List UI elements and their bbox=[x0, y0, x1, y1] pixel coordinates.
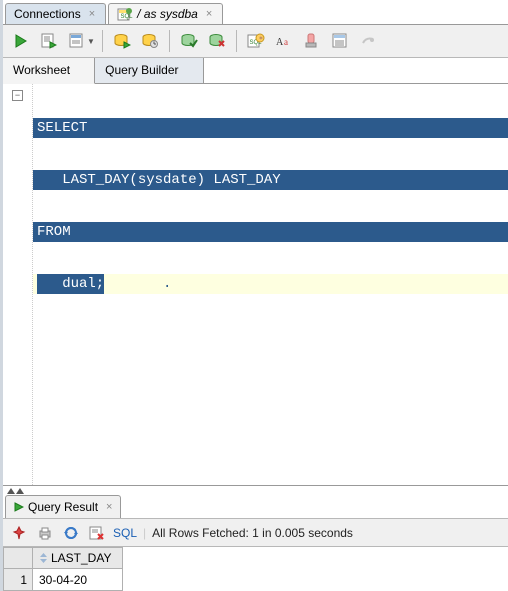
grid-header: LAST_DAY bbox=[3, 547, 508, 569]
table-row[interactable]: 1 30-04-20 bbox=[3, 569, 508, 591]
tab-query-result[interactable]: Query Result × bbox=[5, 495, 121, 518]
run-icon bbox=[14, 502, 24, 512]
editor-gutter: − bbox=[3, 84, 33, 485]
fold-icon[interactable]: − bbox=[12, 90, 23, 101]
main-toolbar: ▼ SQL✶ Aa bbox=[3, 24, 508, 58]
result-tabs: Query Result × bbox=[3, 495, 508, 519]
tab-active-label: / as sysdba bbox=[137, 7, 198, 21]
clear-button[interactable] bbox=[300, 29, 324, 53]
sort-icon bbox=[39, 552, 48, 564]
disabled-button bbox=[356, 29, 380, 53]
grid-corner[interactable] bbox=[3, 547, 33, 569]
tab-query-result-label: Query Result bbox=[28, 500, 98, 514]
grid-cell[interactable]: 30-04-20 bbox=[33, 569, 123, 591]
print-button[interactable] bbox=[35, 523, 55, 543]
run-button[interactable] bbox=[9, 29, 33, 53]
result-grid: LAST_DAY 1 30-04-20 bbox=[3, 547, 508, 591]
delete-button[interactable] bbox=[87, 523, 107, 543]
tab-query-builder[interactable]: Query Builder bbox=[95, 58, 203, 83]
unshared-worksheet-button[interactable]: SQL✶ bbox=[244, 29, 268, 53]
sql-history-button[interactable] bbox=[328, 29, 352, 53]
splitter-handle-icon bbox=[7, 488, 24, 494]
close-icon[interactable]: × bbox=[206, 8, 212, 20]
code-line: FROM bbox=[33, 222, 508, 242]
sql-link[interactable]: SQL bbox=[113, 526, 137, 540]
close-icon[interactable]: × bbox=[106, 501, 112, 513]
to-upper-button[interactable]: Aa bbox=[272, 29, 296, 53]
tab-connections[interactable]: Connections × bbox=[5, 3, 106, 24]
row-number: 1 bbox=[3, 569, 33, 591]
sql-code[interactable]: SELECT LAST_DAY(sysdate) LAST_DAY FROM d… bbox=[33, 84, 508, 485]
svg-text:✶: ✶ bbox=[258, 35, 264, 43]
sql-tuning-button[interactable] bbox=[138, 29, 162, 53]
code-line: SELECT bbox=[33, 118, 508, 138]
svg-text:a: a bbox=[284, 37, 288, 47]
code-line: dual; . bbox=[33, 274, 508, 294]
commit-button[interactable] bbox=[177, 29, 201, 53]
rollback-button[interactable] bbox=[205, 29, 229, 53]
tab-connections-label: Connections bbox=[14, 7, 81, 21]
close-icon[interactable]: × bbox=[89, 8, 95, 20]
column-header[interactable]: LAST_DAY bbox=[33, 547, 123, 569]
chevron-down-icon: ▼ bbox=[87, 37, 95, 46]
sql-editor[interactable]: − SELECT LAST_DAY(sysdate) LAST_DAY FROM… bbox=[3, 84, 508, 485]
code-line: LAST_DAY(sysdate) LAST_DAY bbox=[33, 170, 508, 190]
connection-tabs: Connections × SQL / as sysdba × bbox=[3, 0, 508, 24]
splitter[interactable] bbox=[3, 485, 508, 495]
tab-worksheet[interactable]: Worksheet bbox=[3, 58, 95, 84]
column-label: LAST_DAY bbox=[51, 551, 111, 565]
result-toolbar: SQL | All Rows Fetched: 1 in 0.005 secon… bbox=[3, 519, 508, 547]
tab-active-connection[interactable]: SQL / as sysdba × bbox=[108, 3, 223, 24]
sql-file-icon: SQL bbox=[117, 7, 133, 21]
run-script-button[interactable] bbox=[37, 29, 61, 53]
svg-text:A: A bbox=[276, 37, 284, 48]
svg-text:SQL: SQL bbox=[121, 14, 134, 20]
fetch-status: All Rows Fetched: 1 in 0.005 seconds bbox=[152, 526, 353, 540]
autotrace-button[interactable] bbox=[110, 29, 134, 53]
worksheet-tabs: Worksheet Query Builder bbox=[3, 58, 508, 84]
refresh-button[interactable] bbox=[61, 523, 81, 543]
pin-button[interactable] bbox=[9, 523, 29, 543]
explain-plan-dropdown[interactable]: ▼ bbox=[65, 29, 95, 53]
